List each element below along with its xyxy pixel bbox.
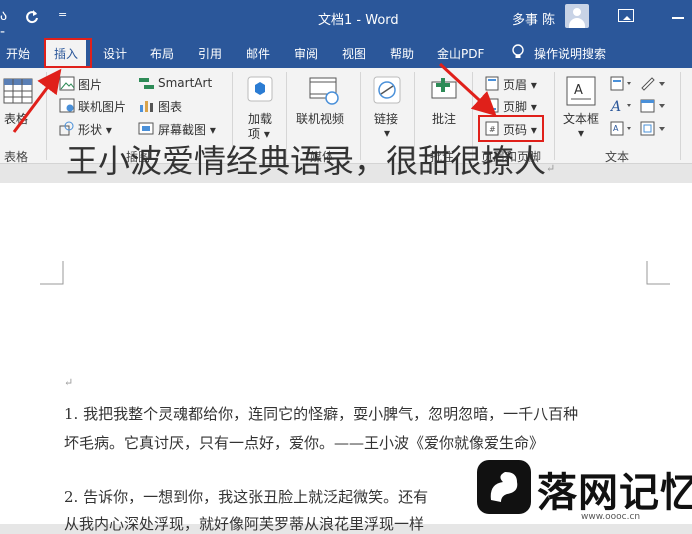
avatar[interactable] bbox=[565, 4, 589, 28]
online-video-icon bbox=[309, 77, 339, 105]
shapes-icon bbox=[59, 121, 74, 136]
comment-button[interactable]: 批注 bbox=[432, 110, 456, 127]
comment-icon bbox=[431, 78, 457, 99]
textbox-dropdown-icon[interactable]: ▾ bbox=[578, 126, 584, 140]
picture-button[interactable]: 图片 bbox=[78, 76, 102, 93]
user-name[interactable]: 多事 陈 bbox=[512, 9, 555, 28]
paragraph-mark: ↵ bbox=[546, 162, 556, 175]
svg-text:A: A bbox=[613, 124, 619, 133]
table-group-label: 表格 bbox=[4, 150, 29, 164]
tab-references[interactable]: 引用 bbox=[198, 45, 222, 62]
customize-qat-icon[interactable]: = bbox=[58, 8, 67, 21]
add-ins-icon bbox=[247, 76, 273, 102]
paragraph-1-line-1[interactable]: 1. 我把我整个灵魂都给你，连同它的怪癖，耍小脾气，忽明忽暗，一千八百种 bbox=[64, 403, 578, 424]
online-picture-button[interactable]: 联机图片 bbox=[78, 98, 126, 115]
minimize-icon[interactable] bbox=[672, 17, 684, 19]
tab-kingsoft-pdf[interactable]: 金山PDF bbox=[437, 45, 484, 62]
signature-line-icon[interactable] bbox=[640, 76, 668, 91]
ribbon-display-options-icon[interactable] bbox=[618, 9, 634, 22]
date-time-icon[interactable] bbox=[640, 98, 668, 113]
watermark-text: 落网记忆 bbox=[537, 470, 692, 516]
window-title: 文档1 - Word bbox=[318, 13, 399, 28]
wordart-icon[interactable]: A bbox=[610, 98, 634, 113]
watermark-logo-icon bbox=[477, 460, 531, 514]
online-picture-icon bbox=[59, 98, 75, 113]
screenshot-icon bbox=[138, 122, 154, 135]
picture-icon bbox=[59, 76, 75, 91]
insert-tab-highlight bbox=[44, 38, 92, 68]
tab-layout[interactable]: 布局 bbox=[150, 45, 174, 62]
textbox-button[interactable]: 文本框 bbox=[563, 110, 599, 127]
group-divider bbox=[46, 72, 47, 160]
drop-cap-icon[interactable]: A bbox=[610, 121, 634, 136]
ribbon-tabs: 开始 插入 设计 布局 引用 邮件 审阅 视图 帮助 金山PDF 操作说明搜索 bbox=[0, 36, 692, 68]
object-icon[interactable] bbox=[640, 121, 668, 136]
tab-help[interactable]: 帮助 bbox=[390, 45, 414, 62]
tab-home[interactable]: 开始 bbox=[6, 45, 30, 62]
watermark-url: www.oooc.cn bbox=[581, 512, 641, 522]
margin-corner-right bbox=[646, 261, 670, 285]
table-icon[interactable] bbox=[3, 78, 33, 104]
tab-view[interactable]: 视图 bbox=[342, 45, 366, 62]
margin-corner-left bbox=[40, 261, 64, 285]
table-button[interactable]: 表格 bbox=[4, 110, 28, 127]
empty-paragraph-mark: ↵ bbox=[64, 376, 74, 389]
smartart-icon bbox=[139, 78, 154, 89]
smartart-button[interactable]: SmartArt bbox=[158, 76, 212, 90]
document-heading[interactable]: 王小波爱情经典语录，很甜很撩人↵ bbox=[66, 136, 555, 182]
svg-text:A: A bbox=[610, 99, 621, 113]
tab-design[interactable]: 设计 bbox=[103, 45, 127, 62]
header-button[interactable]: 页眉 ▾ bbox=[503, 76, 537, 93]
quick-parts-icon[interactable] bbox=[610, 76, 634, 91]
links-button[interactable]: 链接 bbox=[374, 110, 398, 127]
chart-icon bbox=[140, 101, 153, 112]
group-divider bbox=[680, 72, 681, 160]
textbox-icon: A bbox=[566, 76, 596, 106]
paragraph-2-line-1[interactable]: 2. 告诉你，一想到你，我这张丑脸上就泛起微笑。还有 bbox=[64, 486, 428, 507]
text-group-label: 文本 bbox=[605, 150, 630, 164]
tab-review[interactable]: 审阅 bbox=[294, 45, 318, 62]
svg-text:A: A bbox=[574, 83, 583, 98]
title-bar: ა - = 文档1 - Word 多事 陈 bbox=[0, 0, 692, 40]
watermark: 落网记忆 www.oooc.cn bbox=[475, 458, 692, 524]
paragraph-1-line-2[interactable]: 坏毛病。它真讨厌，只有一点好，爱你。——王小波《爱你就像爱生命》 bbox=[64, 432, 544, 453]
online-video-button[interactable]: 联机视频 bbox=[296, 110, 344, 127]
footer-button[interactable]: 页脚 ▾ bbox=[503, 98, 537, 115]
redo-icon[interactable] bbox=[24, 9, 40, 25]
tab-mailings[interactable]: 邮件 bbox=[246, 45, 270, 62]
link-icon bbox=[373, 76, 401, 104]
header-icon bbox=[485, 76, 499, 91]
lightbulb-icon bbox=[512, 44, 524, 58]
chart-button[interactable]: 图表 bbox=[158, 98, 182, 115]
footer-icon bbox=[485, 98, 499, 113]
tell-me-search[interactable]: 操作说明搜索 bbox=[534, 45, 606, 62]
